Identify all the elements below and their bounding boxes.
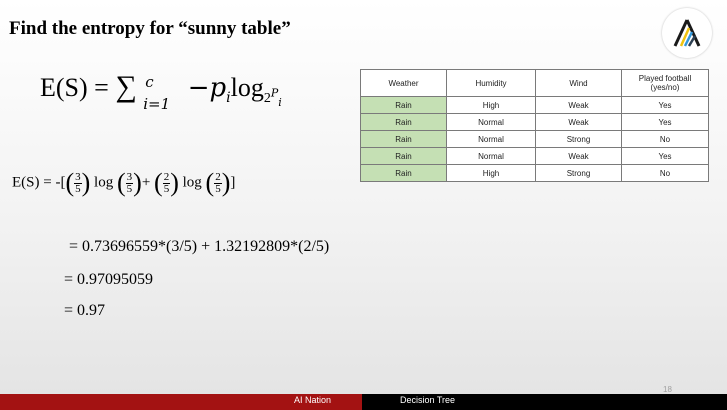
cell-played: No	[621, 164, 709, 182]
cell-humidity: High	[446, 164, 536, 182]
cell-humidity: Normal	[446, 147, 536, 165]
page-number: 18	[663, 385, 672, 394]
fraction-1: 35	[74, 170, 82, 195]
plus-sign: +	[141, 174, 151, 191]
cell-weather: Rain	[360, 96, 447, 114]
table-row: Rain Normal Weak Yes	[360, 113, 709, 131]
ai-nation-logo-icon	[662, 8, 712, 58]
minus-p: −p	[187, 73, 227, 103]
footer-topic: Decision Tree	[400, 395, 456, 405]
log-arg-i: i	[278, 95, 282, 109]
cell-humidity: Normal	[446, 113, 536, 131]
cell-played: No	[621, 130, 709, 148]
header-played-football: Played football (yes/no)	[621, 69, 709, 97]
cell-weather: Rain	[360, 130, 447, 148]
table-header-row: Weather Humidity Wind Played football (y…	[360, 69, 709, 97]
step-2: = 0.97095059	[64, 271, 154, 288]
cell-wind: Weak	[535, 96, 622, 114]
logo-graphic	[673, 19, 701, 47]
cell-wind: Strong	[535, 164, 622, 182]
expansion-end: ]	[230, 174, 236, 191]
paren-open-1: (	[65, 168, 75, 197]
paren-close-2: )	[133, 168, 142, 197]
log-text: log	[230, 73, 264, 102]
cell-played: Yes	[621, 96, 709, 114]
table-row: Rain Normal Weak Yes	[360, 147, 709, 165]
cell-humidity: Normal	[446, 130, 536, 148]
header-wind: Wind	[535, 69, 622, 97]
expansion-lhs: E(S) = -[	[12, 174, 66, 191]
entropy-formula: E(S) = ∑ c i=1 −p ilog2Pi	[40, 70, 282, 113]
sum-lower: i=1	[143, 94, 171, 113]
table-row: Rain High Weak Yes	[360, 96, 709, 114]
cell-wind: Weak	[535, 113, 622, 131]
paren-open-4: (	[205, 168, 215, 197]
formula-lhs: E(S) =	[40, 73, 116, 102]
paren-open-3: (	[154, 168, 163, 197]
sum-symbol: ∑	[115, 70, 137, 103]
log-1: log	[94, 174, 114, 191]
cell-played: Yes	[621, 147, 709, 165]
sunny-table: Weather Humidity Wind Played football (y…	[360, 69, 709, 182]
log-2: log	[182, 174, 202, 191]
cell-wind: Strong	[535, 130, 622, 148]
step-1: = 0.73696559*(3/5) + 1.32192809*(2/5)	[69, 238, 330, 255]
step-3: = 0.97	[64, 302, 106, 319]
cell-wind: Weak	[535, 147, 622, 165]
header-weather: Weather	[360, 69, 447, 97]
table-row: Rain Normal Strong No	[360, 130, 709, 148]
paren-close-1: )	[81, 168, 91, 197]
cell-weather: Rain	[360, 147, 447, 165]
fraction-1-num: 3	[74, 170, 82, 184]
paren-close-3: )	[170, 168, 179, 197]
log-base-value: 2	[263, 91, 271, 107]
header-humidity: Humidity	[446, 69, 536, 97]
footer-bar: AI Nation Decision Tree	[0, 394, 727, 410]
paren-open-2: (	[116, 168, 126, 197]
slide-title: Find the entropy for “sunny table”	[9, 18, 291, 39]
table-row: Rain High Strong No	[360, 164, 709, 182]
sum-limits: c i=1	[143, 73, 170, 113]
cell-humidity: High	[446, 96, 536, 114]
sum-upper: c	[145, 72, 154, 91]
cell-weather: Rain	[360, 164, 447, 182]
footer-brand: AI Nation	[294, 395, 332, 405]
fraction-4: 25	[214, 170, 222, 195]
cell-played: Yes	[621, 113, 709, 131]
fraction-4-den: 5	[215, 182, 221, 195]
fraction-1-den: 5	[75, 182, 81, 195]
log-base: 2Pi	[263, 87, 282, 109]
cell-weather: Rain	[360, 113, 447, 131]
entropy-expansion: E(S) = -[(3 5) log (3 5)+ (2 5) log (2 5)]	[12, 168, 235, 198]
fraction-4-num: 2	[214, 170, 222, 184]
